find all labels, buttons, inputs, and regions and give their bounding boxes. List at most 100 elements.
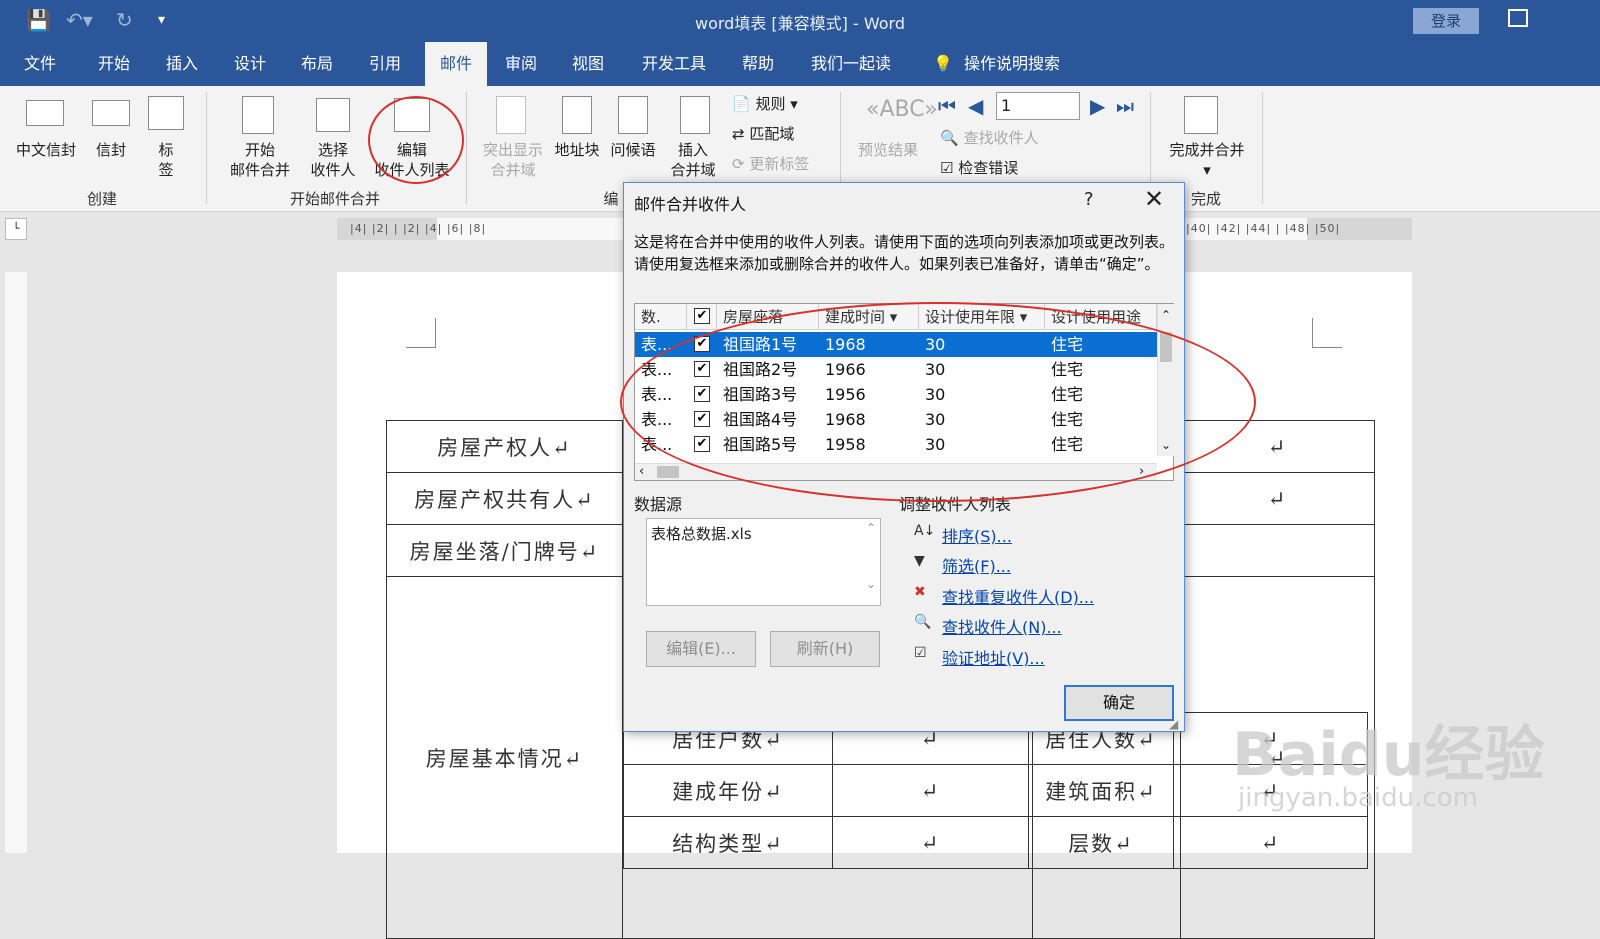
finish-and-merge-label: 完成并合并	[1169, 141, 1245, 159]
find-recipient-icon: 🔍	[914, 614, 932, 630]
tab-references[interactable]: 引用	[359, 42, 411, 86]
group-label-create: 创建	[86, 190, 117, 208]
filter-icon: ▼	[914, 553, 925, 569]
login-button[interactable]: 登录	[1413, 8, 1479, 34]
ok-button[interactable]: 确定	[1064, 685, 1174, 721]
dialog-description: 这是将在合并中使用的收件人列表。请使用下面的选项向列表添加项或更改列表。请使用复…	[634, 233, 1175, 273]
table-cell[interactable]: 房屋产权共有人↵	[386, 472, 623, 525]
preview-results-button[interactable]: 预览结果	[852, 140, 924, 160]
sort-icon: A↓	[914, 523, 936, 539]
group-separator	[466, 92, 467, 204]
title-bar: 💾 ↶▾ ↻ ▾ word填表 [兼容模式] - Word 登录	[0, 0, 1600, 42]
table-cell[interactable]: 结构类型↵	[623, 816, 833, 869]
lightbulb-icon[interactable]: 💡	[928, 42, 958, 86]
tab-developer[interactable]: 开发工具	[636, 42, 712, 86]
next-record-icon[interactable]: ▶	[1090, 94, 1105, 118]
filter-link[interactable]: 筛选(F)...	[942, 553, 1011, 577]
close-icon[interactable]: ✕	[1144, 185, 1164, 213]
insert-merge-field-button[interactable]: 插入 合并域	[660, 140, 726, 180]
sort-link[interactable]: 排序(S)...	[942, 523, 1012, 547]
hscrollbar-thumb[interactable]	[657, 466, 679, 478]
vertical-ruler[interactable]	[5, 272, 27, 853]
baidu-watermark-url: jingyan.baidu.com	[1238, 783, 1478, 813]
table-cell[interactable]: 建筑面积↵	[1028, 764, 1174, 817]
resize-grip-icon[interactable]: ◢	[1169, 717, 1178, 731]
chinese-envelope-button[interactable]: 中文信封	[10, 140, 82, 160]
tab-view[interactable]: 视图	[562, 42, 614, 86]
tab-design[interactable]: 设计	[224, 42, 276, 86]
scroll-left-icon[interactable]: ‹	[639, 464, 644, 479]
match-fields-button[interactable]: ⇄ 匹配域	[732, 122, 794, 146]
preview-results-icon: «ABC»	[866, 97, 938, 122]
check-errors-label: 检查错误	[958, 159, 1019, 177]
table-cell[interactable]	[1180, 524, 1375, 577]
find-recipient-link[interactable]: 查找收件人(N)...	[942, 614, 1062, 638]
find-recipient-button[interactable]: 🔍 查找收件人	[940, 126, 1038, 150]
previous-record-icon[interactable]: ◀	[968, 94, 983, 118]
envelope-icon	[92, 100, 130, 126]
datasource-scrollbar[interactable]: ⌃ ⌄	[863, 521, 879, 603]
datasource-item[interactable]: 表格总数据.xls	[651, 523, 752, 544]
start-merge-icon	[242, 96, 274, 134]
annotation-circle-edit-list	[368, 96, 464, 184]
help-icon[interactable]: ?	[1084, 189, 1094, 210]
window-title: word填表 [兼容模式] - Word	[695, 14, 905, 33]
select-all-checkbox[interactable]: ✔	[694, 308, 710, 324]
annotation-circle-recipient-list	[620, 302, 1256, 502]
last-record-icon[interactable]: ⏭	[1116, 94, 1134, 118]
column-header-source[interactable]: 数.	[635, 304, 687, 330]
start-mail-merge-button[interactable]: 开始 邮件合并	[214, 140, 306, 180]
tab-selector[interactable]: └	[5, 218, 27, 240]
group-separator	[206, 92, 207, 204]
finish-merge-icon	[1184, 96, 1218, 134]
find-duplicates-link[interactable]: 查找重复收件人(D)...	[942, 584, 1094, 608]
margin-mark-right	[1312, 318, 1342, 348]
finish-and-merge-button[interactable]: 完成并合并 ▾	[1160, 140, 1254, 180]
tab-review[interactable]: 审阅	[495, 42, 547, 86]
table-cell[interactable]: ↵	[1180, 472, 1375, 525]
find-duplicates-icon: ✖	[914, 584, 926, 600]
table-cell[interactable]: ↵	[1173, 816, 1368, 869]
envelope-button[interactable]: 信封	[88, 140, 134, 160]
column-header-checkbox[interactable]: ✔	[687, 304, 717, 330]
ribbon-display-icon[interactable]	[1508, 9, 1528, 27]
dialog-title: 邮件合并收件人	[634, 195, 747, 214]
refresh-button[interactable]: 刷新(H)	[770, 631, 880, 667]
update-labels-label: 更新标签	[749, 155, 810, 173]
table-cell[interactable]: 建成年份↵	[623, 764, 833, 817]
labels-icon	[148, 96, 184, 130]
edit-datasource-button[interactable]: 编辑(E)...	[646, 631, 756, 667]
ruler-ticks-right: |40| |42| |44| | |48| |50|	[1186, 222, 1341, 235]
tab-read-together[interactable]: 我们一起读	[805, 42, 897, 86]
tab-insert[interactable]: 插入	[156, 42, 208, 86]
table-cell[interactable]: ↵	[832, 764, 1029, 817]
highlight-merge-fields-button[interactable]: 突出显示 合并域	[474, 140, 552, 180]
greeting-line-button[interactable]: 问候语	[604, 140, 662, 160]
validate-address-link[interactable]: 验证地址(V)...	[942, 645, 1045, 669]
group-label-start-merge: 开始邮件合并	[289, 190, 380, 208]
tab-layout[interactable]: 布局	[291, 42, 343, 86]
datasource-list[interactable]: 表格总数据.xls ⌃ ⌄	[646, 518, 881, 606]
scroll-up-icon[interactable]: ⌃	[1161, 308, 1171, 322]
table-cell[interactable]: 层数↵	[1028, 816, 1174, 869]
tab-help[interactable]: 帮助	[732, 42, 784, 86]
check-errors-button[interactable]: ☑ 检查错误	[940, 156, 1018, 180]
tab-mailings[interactable]: 邮件	[425, 42, 487, 86]
first-record-icon[interactable]: ⏮	[938, 94, 956, 118]
table-cell[interactable]: ↵	[832, 816, 1029, 869]
rules-button[interactable]: 📄 规则 ▾	[732, 92, 798, 116]
table-cell[interactable]: 房屋基本情况↵	[386, 576, 623, 939]
table-cell[interactable]: 房屋坐落/门牌号↵	[386, 524, 623, 577]
group-label-write-insert: 编	[603, 190, 619, 208]
update-labels-button[interactable]: ⟳ 更新标签	[732, 152, 809, 176]
select-recipients-button[interactable]: 选择 收件人	[300, 140, 366, 180]
address-block-button[interactable]: 地址块	[548, 140, 606, 160]
labels-button[interactable]: 标 签	[150, 140, 182, 180]
tab-file[interactable]: 文件	[14, 42, 66, 86]
record-number-input[interactable]: 1	[996, 92, 1080, 120]
table-cell[interactable]: 房屋产权人↵	[386, 420, 623, 473]
margin-mark-left	[406, 318, 436, 348]
group-label-finish: 完成	[1190, 190, 1221, 208]
tab-home[interactable]: 开始	[88, 42, 140, 86]
tell-me-search[interactable]: 操作说明搜索	[960, 42, 1064, 86]
